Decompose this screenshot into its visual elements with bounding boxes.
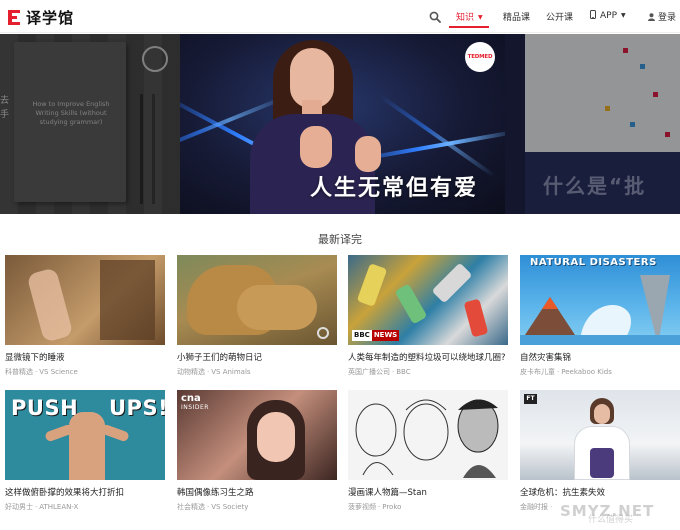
user-icon xyxy=(648,13,655,21)
watermark-sub: 什么值得买 xyxy=(588,515,634,525)
caret-down-icon: ▼ xyxy=(478,14,483,21)
nav-item-label: 公开课 xyxy=(546,13,574,23)
thumbnail-text: PUSH xyxy=(11,396,79,420)
video-card[interactable]: FT 全球危机：抗生素失效 金融时报 · xyxy=(520,390,680,512)
nav-item-knowledge[interactable]: 知识 ▼ xyxy=(456,10,483,23)
video-thumbnail[interactable] xyxy=(177,255,337,345)
tedmed-logo: TEDMED xyxy=(465,42,495,72)
video-thumbnail[interactable]: PUSH UPS! xyxy=(5,390,165,480)
nav-item-label: 精品课 xyxy=(503,13,531,23)
video-title[interactable]: 人类每年制造的塑料垃圾可以绕地球几圈? xyxy=(348,351,508,363)
video-thumbnail[interactable] xyxy=(5,255,165,345)
site-logo[interactable]: 译学馆 xyxy=(8,7,74,28)
nav-item-label: 登录 xyxy=(658,13,677,23)
nav-item-open-courses[interactable]: 公开课 xyxy=(546,10,573,23)
video-thumbnail[interactable]: NATURAL DISASTERS xyxy=(520,255,680,345)
thumbnail-text: UPS! xyxy=(109,396,165,420)
video-meta: 皮卡布儿童 · Peekaboo Kids xyxy=(520,368,612,376)
nav-item-label: APP xyxy=(600,11,618,21)
video-meta: 好动男士 · ATHLEAN-X xyxy=(5,503,79,511)
cna-insider-logo: cna INSIDER xyxy=(181,393,209,412)
ft-logo: FT xyxy=(524,394,537,404)
phone-icon xyxy=(590,10,596,19)
logo-icon xyxy=(8,9,23,26)
video-card[interactable]: cna INSIDER 韩国偶像练习生之路 社会精选 · VS Society xyxy=(177,390,337,512)
top-nav: 译学馆 知识 ▼ 精品课 公开课 APP ▼ 登录 xyxy=(0,0,680,33)
video-title[interactable]: 这样做俯卧撑的效果将大打折扣 xyxy=(5,486,165,498)
section-title: 最新译完 xyxy=(318,233,362,246)
banner-caption: 人生无常但有爱 xyxy=(310,176,479,201)
video-thumbnail[interactable]: cna INSIDER xyxy=(177,390,337,480)
video-card[interactable]: PUSH UPS! 这样做俯卧撑的效果将大打折扣 好动男士 · ATHLEAN-X xyxy=(5,390,165,512)
video-meta: 动物精选 · VS Animals xyxy=(177,368,251,376)
nav-item-app[interactable]: APP ▼ xyxy=(590,10,626,21)
video-thumbnail[interactable]: FT xyxy=(520,390,680,480)
video-title[interactable]: 全球危机：抗生素失效 xyxy=(520,486,680,498)
bbc-news-logo: BBC NEWS xyxy=(352,330,400,341)
video-title[interactable]: 小狮子王们的萌物日记 xyxy=(177,351,337,363)
logo-text: 译学馆 xyxy=(26,9,75,27)
login-link[interactable]: 登录 xyxy=(648,10,676,23)
nav-item-label: 知识 xyxy=(456,13,475,23)
replay-icon xyxy=(317,327,329,339)
video-title[interactable]: 韩国偶像练习生之路 xyxy=(177,486,337,498)
video-thumbnail[interactable] xyxy=(348,390,508,480)
video-card[interactable]: 漫画课人物篇—Stan 菠萝视频 · Proko xyxy=(348,390,508,512)
video-card[interactable]: BBC NEWS 人类每年制造的塑料垃圾可以绕地球几圈? 英国广播公司 · BBC xyxy=(348,255,508,377)
video-thumbnail[interactable]: BBC NEWS xyxy=(348,255,508,345)
caret-down-icon: ▼ xyxy=(621,12,626,19)
thumbnail-text: NATURAL DISASTERS xyxy=(530,257,657,268)
video-meta: 科普精选 · VS Science xyxy=(5,368,78,376)
video-card[interactable]: NATURAL DISASTERS 自然灾害集锦 皮卡布儿童 · Peekaboo … xyxy=(520,255,680,377)
video-card[interactable]: 小狮子王们的萌物日记 动物精选 · VS Animals xyxy=(177,255,337,377)
video-meta: 菠萝视频 · Proko xyxy=(348,503,402,511)
search-icon[interactable] xyxy=(429,11,441,23)
video-title[interactable]: 自然灾害集锦 xyxy=(520,351,680,363)
video-meta: 英国广播公司 · BBC xyxy=(348,368,411,376)
video-meta: 社会精选 · VS Society xyxy=(177,503,249,511)
banner-slide-current[interactable]: TEDMED 人生无常但有爱 xyxy=(180,34,505,214)
video-title[interactable]: 显微镜下的睡液 xyxy=(5,351,165,363)
banner-carousel[interactable]: How to Improve English Writing Skills (w… xyxy=(0,34,680,214)
video-title[interactable]: 漫画课人物篇—Stan xyxy=(348,486,508,498)
active-tab-indicator xyxy=(449,26,489,28)
nav-item-premium-courses[interactable]: 精品课 xyxy=(503,10,530,23)
video-card[interactable]: 显微镜下的睡液 科普精选 · VS Science xyxy=(5,255,165,377)
